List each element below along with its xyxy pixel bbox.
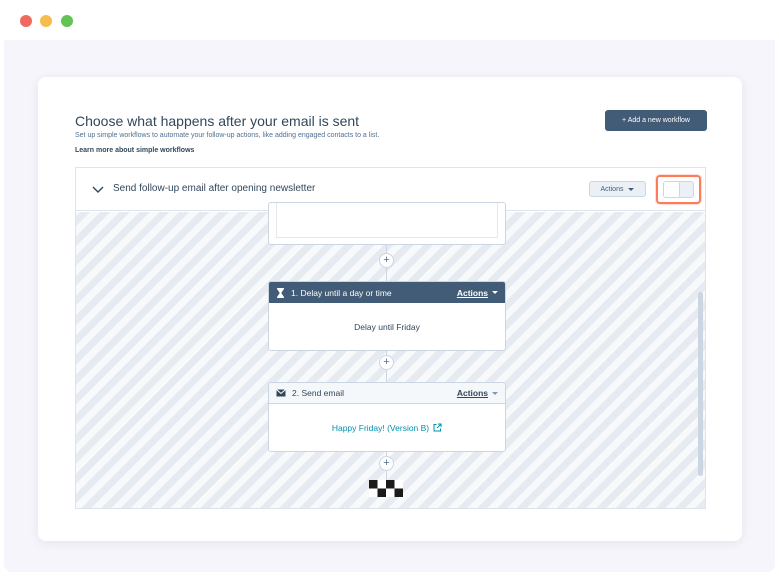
caret-down-icon	[492, 391, 498, 395]
send-email-step-actions-label: Actions	[456, 388, 488, 398]
caret-down-icon	[492, 291, 498, 294]
previous-step-node	[268, 202, 506, 245]
delay-value: Friday	[396, 321, 420, 332]
delay-step-body: Delay until Friday	[269, 303, 505, 350]
workflow-name[interactable]: Send follow-up email after opening newsl…	[113, 183, 315, 194]
workflow-card: Choose what happens after your email is …	[38, 77, 742, 541]
send-email-step-actions[interactable]: Actions	[457, 388, 498, 398]
maximize-window-button[interactable]	[61, 15, 73, 27]
external-link-icon[interactable]	[433, 423, 442, 432]
delay-step-title: 1. Delay until a day or time	[291, 287, 392, 298]
learn-more-link[interactable]: Learn more about simple workflows	[75, 147, 194, 154]
delay-step-node[interactable]: 1. Delay until a day or time Actions Del…	[268, 281, 506, 351]
previous-step-body	[276, 203, 498, 238]
minimize-window-button[interactable]	[40, 15, 52, 27]
caret-down-icon	[628, 187, 635, 191]
chevron-down-icon[interactable]	[92, 183, 104, 195]
finish-flag-icon	[369, 480, 403, 497]
workflow-panel: Send follow-up email after opening newsl…	[75, 167, 706, 509]
envelope-icon	[276, 389, 286, 397]
add-step-button[interactable]: +	[379, 456, 394, 471]
workflow-toggle[interactable]	[663, 181, 694, 198]
send-email-step-body: Happy Friday! (Version B)	[269, 404, 505, 451]
workflow-actions-label: Actions	[600, 185, 624, 193]
email-link[interactable]: Happy Friday! (Version B)	[332, 423, 429, 433]
workflow-actions-dropdown[interactable]: Actions	[589, 181, 646, 197]
canvas-scrollbar[interactable]	[698, 292, 703, 476]
add-workflow-button[interactable]: + Add a new workflow	[605, 110, 707, 131]
page-subtitle: Set up simple workflows to automate your…	[75, 132, 380, 139]
delay-step-actions[interactable]: Actions	[457, 288, 498, 298]
delay-step-header: 1. Delay until a day or time Actions	[269, 282, 505, 303]
send-email-step-node[interactable]: 2. Send email Actions Happy Friday! (Ver…	[268, 382, 506, 452]
toggle-knob	[664, 182, 680, 197]
add-step-button[interactable]: +	[379, 355, 394, 370]
toggle-highlight-frame	[656, 175, 701, 204]
delay-step-actions-label: Actions	[456, 287, 488, 298]
browser-window: Choose what happens after your email is …	[4, 4, 775, 572]
delay-prefix: Delay until	[354, 321, 394, 332]
page-title: Choose what happens after your email is …	[75, 113, 360, 129]
send-email-step-header: 2. Send email Actions	[269, 383, 505, 404]
close-window-button[interactable]	[20, 15, 32, 27]
hourglass-icon	[277, 287, 284, 298]
workflow-canvas: + 1. Delay until a day or time Actions D…	[76, 202, 705, 508]
window-titlebar	[4, 4, 775, 40]
add-step-button[interactable]: +	[379, 253, 394, 268]
send-email-step-title: 2. Send email	[292, 388, 344, 398]
